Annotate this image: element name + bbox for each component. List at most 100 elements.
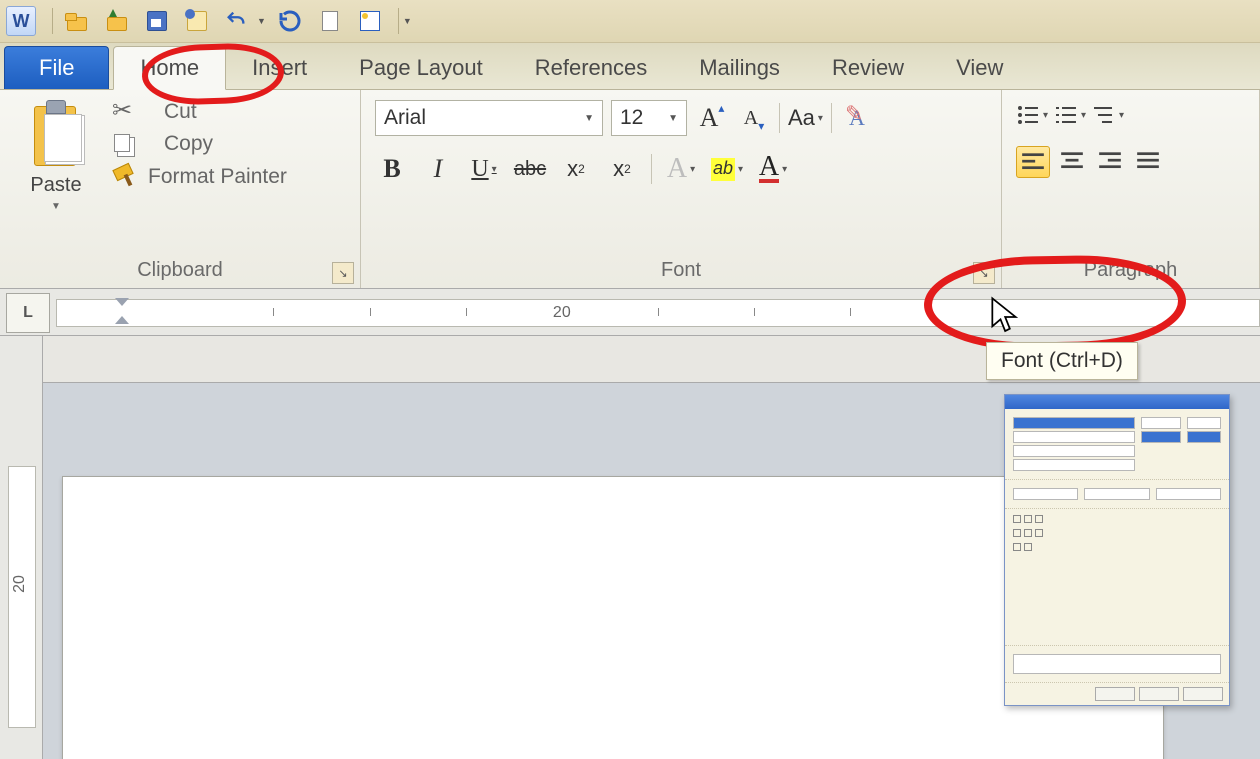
font-dialog-launcher[interactable]: ↘ <box>973 262 995 284</box>
separator <box>398 8 399 34</box>
multilevel-icon <box>1092 102 1116 128</box>
separator <box>52 8 53 34</box>
undo-dropdown[interactable]: ▼ <box>257 16 266 26</box>
align-left-icon <box>1020 149 1046 175</box>
strikethrough-button[interactable]: abc <box>513 152 547 186</box>
group-label-font: Font ↘ <box>361 255 1001 288</box>
multilevel-list-button[interactable] <box>1092 100 1124 130</box>
numbering-icon <box>1054 102 1078 128</box>
chevron-down-icon: ▼ <box>584 113 594 124</box>
open-button[interactable] <box>59 4 95 38</box>
redo-button[interactable] <box>272 4 308 38</box>
text-effects-button[interactable]: A <box>664 152 698 186</box>
quick-access-toolbar: W ▼ ▼ <box>0 0 1260 43</box>
save-button[interactable] <box>139 4 175 38</box>
save-as-button[interactable] <box>179 4 215 38</box>
group-label-clipboard: Clipboard ↘ <box>0 255 360 288</box>
paste-label: Paste <box>30 174 81 197</box>
grow-font-button[interactable]: A▴ <box>695 101 729 135</box>
align-center-icon <box>1059 148 1085 174</box>
new-document-button[interactable] <box>312 4 348 38</box>
clipboard-dialog-launcher[interactable]: ↘ <box>332 262 354 284</box>
tab-insert[interactable]: Insert <box>226 47 333 89</box>
highlight-button[interactable]: ab <box>710 152 744 186</box>
document-page[interactable] <box>62 476 1164 759</box>
file-tab[interactable]: File <box>4 46 109 89</box>
separator <box>831 103 832 133</box>
group-clipboard: Paste ▼ Cut Copy Format Painter Clipbo <box>0 90 361 288</box>
copy-icon <box>112 132 136 156</box>
vruler-number: 20 <box>11 575 29 593</box>
justify-icon <box>1135 148 1161 174</box>
font-size-value: 12 <box>620 106 643 130</box>
cut-icon <box>112 100 136 124</box>
ribbon: Paste ▼ Cut Copy Format Painter Clipbo <box>0 90 1260 289</box>
picture-icon <box>358 9 382 33</box>
tab-references[interactable]: References <box>509 47 674 89</box>
align-right-icon <box>1097 148 1123 174</box>
justify-button[interactable] <box>1132 146 1164 176</box>
font-name-combo[interactable]: Arial ▼ <box>375 100 603 136</box>
italic-button[interactable]: I <box>421 152 455 186</box>
font-color-button[interactable]: A <box>756 152 790 186</box>
group-font: Arial ▼ 12 ▼ A▴ A▾ Aa <box>361 90 1002 288</box>
bullets-icon <box>1016 102 1040 128</box>
paste-icon <box>28 100 84 170</box>
ribbon-tabs: File Home Insert Page Layout References … <box>0 43 1260 90</box>
font-size-combo[interactable]: 12 ▼ <box>611 100 687 136</box>
chevron-down-icon: ▼ <box>668 113 678 124</box>
indent-marker[interactable] <box>115 298 129 328</box>
tab-selector[interactable]: L <box>6 293 50 333</box>
save-icon <box>145 9 169 33</box>
font-name-value: Arial <box>384 106 426 130</box>
align-left-button[interactable] <box>1016 146 1050 178</box>
tab-review[interactable]: Review <box>806 47 930 89</box>
ruler-gutter <box>42 336 1260 383</box>
tab-home[interactable]: Home <box>113 46 226 90</box>
open-recent-button[interactable] <box>99 4 135 38</box>
align-center-button[interactable] <box>1056 146 1088 176</box>
horizontal-ruler[interactable]: 20 <box>56 299 1260 327</box>
ruler-number: 20 <box>553 304 571 322</box>
document-area: 20 <box>0 336 1260 759</box>
undo-button[interactable] <box>219 4 255 38</box>
group-paragraph: Paragraph <box>1002 90 1260 288</box>
format-painter-button[interactable]: Format Painter <box>112 164 287 190</box>
shrink-font-button[interactable]: A▾ <box>737 101 771 135</box>
bold-button[interactable]: B <box>375 152 409 186</box>
subscript-button[interactable]: x2 <box>559 152 593 186</box>
new-document-icon <box>318 9 342 33</box>
separator <box>651 154 652 184</box>
underline-button[interactable]: U <box>467 152 501 186</box>
vertical-ruler[interactable]: 20 <box>0 336 43 759</box>
numbering-button[interactable] <box>1054 100 1086 130</box>
paste-button[interactable]: Paste ▼ <box>14 100 98 251</box>
change-case-button[interactable]: Aa <box>788 101 823 135</box>
clear-formatting-button[interactable]: A ✎ <box>840 101 874 135</box>
format-painter-icon <box>112 164 138 190</box>
tab-view[interactable]: View <box>930 47 1029 89</box>
redo-icon <box>278 9 302 33</box>
tab-page-layout[interactable]: Page Layout <box>333 47 509 89</box>
open-folder-icon <box>65 9 89 33</box>
copy-label: Copy <box>164 132 213 156</box>
word-app-icon[interactable]: W <box>6 6 36 36</box>
clear-formatting-icon: A ✎ <box>849 105 865 131</box>
superscript-button[interactable]: x2 <box>605 152 639 186</box>
group-label-paragraph: Paragraph <box>1002 255 1259 288</box>
folder-arrow-icon <box>105 9 129 33</box>
cut-label: Cut <box>164 100 197 124</box>
tab-mailings[interactable]: Mailings <box>673 47 806 89</box>
cut-button[interactable]: Cut <box>112 100 287 124</box>
separator <box>779 103 780 133</box>
paste-dropdown-icon: ▼ <box>51 201 61 212</box>
bullets-button[interactable] <box>1016 100 1048 130</box>
copy-button[interactable]: Copy <box>112 132 287 156</box>
horizontal-ruler-row: L 20 <box>0 289 1260 336</box>
align-right-button[interactable] <box>1094 146 1126 176</box>
insert-picture-button[interactable] <box>352 4 388 38</box>
customize-qat-dropdown[interactable]: ▼ <box>403 16 412 26</box>
save-as-icon <box>185 9 209 33</box>
undo-icon <box>225 9 249 33</box>
format-painter-label: Format Painter <box>148 165 287 189</box>
